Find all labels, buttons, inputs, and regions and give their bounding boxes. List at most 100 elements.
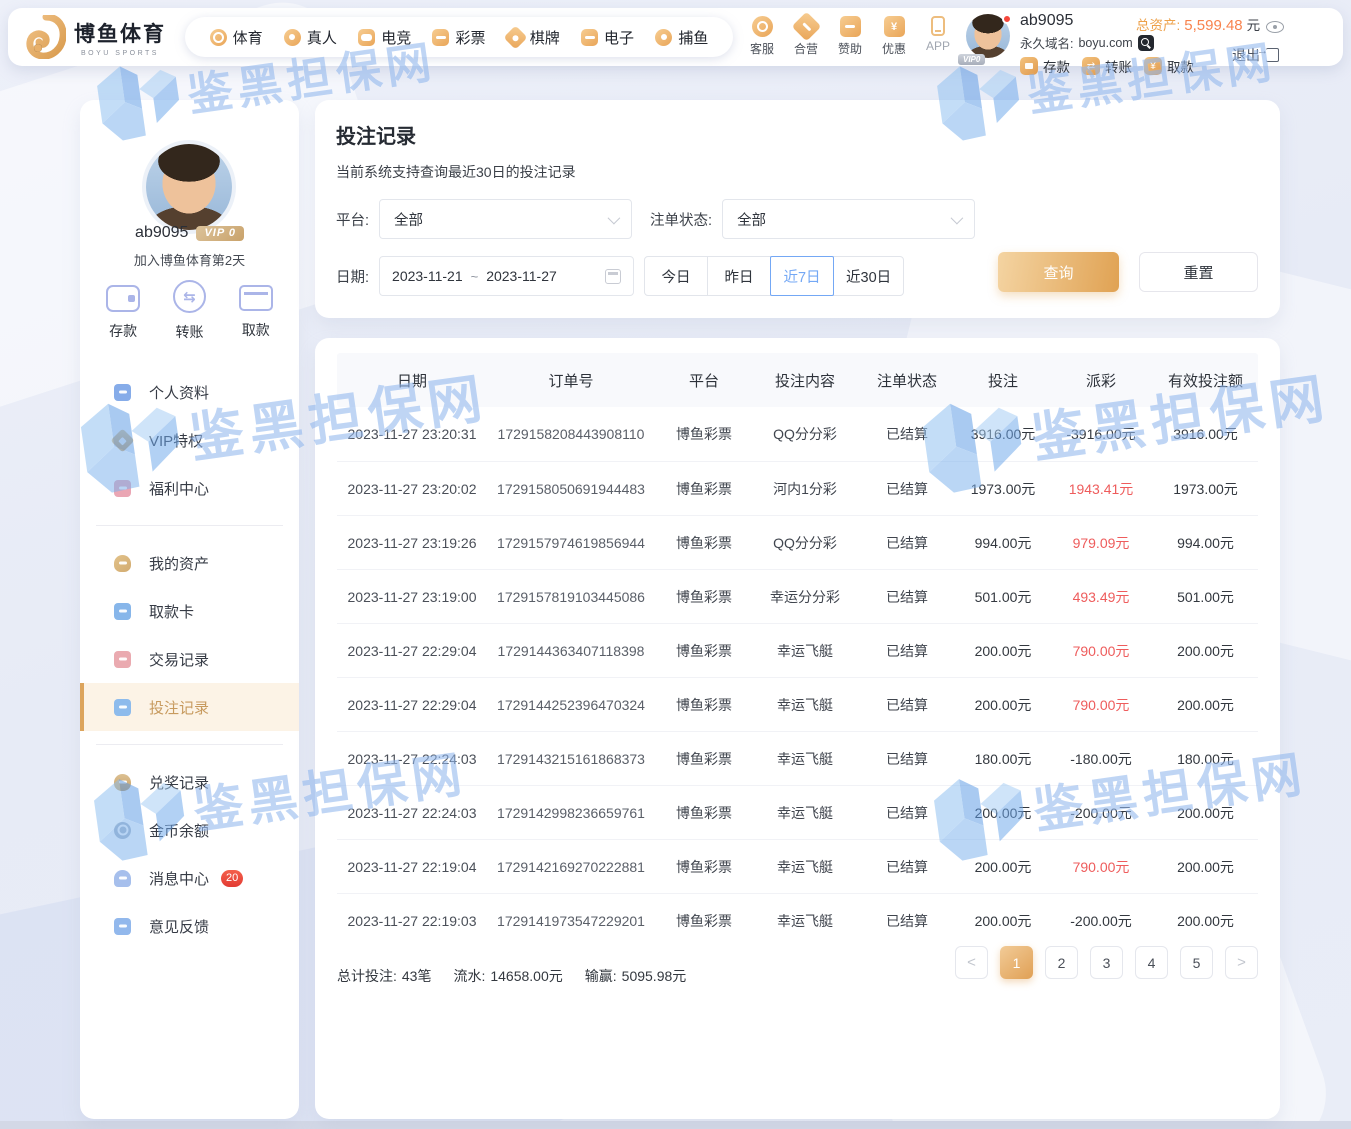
sidebar-quick-label: 存款 [109,321,137,341]
cell-platform: 博鱼彩票 [655,424,753,444]
cell-payout: -180.00元 [1049,749,1153,769]
sidebar-item-label: VIP特权 [149,430,203,451]
page-button-2[interactable]: 2 [1045,946,1078,979]
cell-payout: 790.00元 [1049,695,1153,715]
nav-item-lottery[interactable]: 彩票 [432,27,485,48]
quick-link-app[interactable]: APP [916,16,960,57]
table-row: 2023-11-27 22:19:031729141973547229201博鱼… [337,893,1258,947]
quick-link-promo[interactable]: 优惠 [872,16,916,57]
sidebar-item-profile[interactable]: 个人资料 [80,368,299,416]
column-header: 订单号 [487,370,655,391]
user-avatar[interactable]: VIP0 [966,14,1012,60]
logout-icon [1266,48,1279,62]
welfare-icon [114,480,131,497]
cell-bet: 180.00元 [957,749,1049,769]
platform-select[interactable]: 全部 [379,199,632,239]
chess-icon [503,25,527,49]
nav-item-sports[interactable]: 体育 [210,27,263,48]
header-action-transfer[interactable]: ⇄转账 [1082,56,1132,76]
page-button-5[interactable]: 5 [1180,946,1213,979]
sidebar-item-assets[interactable]: 我的资产 [80,539,299,587]
cell-status: 已结算 [857,424,957,444]
header-action-withdraw[interactable]: ¥取款 [1144,56,1194,76]
page-next-button[interactable]: > [1225,946,1258,979]
cell-content: 幸运飞艇 [753,803,857,823]
nav-item-fishing[interactable]: 捕鱼 [655,27,708,48]
sidebar-item-transactions[interactable]: 交易记录 [80,635,299,683]
sidebar-quick-bank-card[interactable]: 取款 [226,280,286,342]
sidebar-avatar [146,144,232,230]
sidebar-vip-badge: VIP 0 [196,226,244,241]
cell-valid: 200.00元 [1153,641,1258,661]
sidebar-item-label: 兑奖记录 [149,772,209,793]
range-button-yesterday[interactable]: 昨日 [707,256,771,296]
cell-bet: 200.00元 [957,803,1049,823]
sidebar-item-vip[interactable]: VIP特权 [80,416,299,464]
cell-status: 已结算 [857,911,957,931]
cell-valid: 994.00元 [1153,533,1258,553]
header-action-deposit[interactable]: 存款 [1020,56,1070,76]
profile-icon [114,384,131,401]
cell-platform: 博鱼彩票 [655,749,753,769]
feedback-icon [114,918,131,935]
domain-value: boyu.com [1078,36,1132,50]
sidebar-quick-wallet[interactable]: 存款 [93,280,153,342]
sidebar-item-feedback[interactable]: 意见反馈 [80,902,299,950]
cell-order: 1729144363407118398 [487,643,655,659]
total-assets-value: 5,599.48 [1184,17,1242,34]
search-icon[interactable] [1138,35,1154,51]
chevron-down-icon [951,211,964,224]
quick-range-group: 今日昨日近7日近30日 [644,256,904,296]
total-assets: 总资产: 5,599.48 元 [1136,14,1260,34]
nav-item-live-casino[interactable]: 真人 [284,27,337,48]
quick-link-customer-service[interactable]: 客服 [740,16,784,57]
cell-order: 1729142169270222881 [487,859,655,875]
page-button-3[interactable]: 3 [1090,946,1123,979]
column-header: 派彩 [1049,370,1153,391]
sidebar-item-welfare[interactable]: 福利中心 [80,464,299,512]
range-button-today[interactable]: 今日 [644,256,708,296]
filter-row-1: 平台: 全部 注单状态: 全部 [336,199,1259,239]
sidebar-item-bet-records[interactable]: 投注记录 [80,683,299,731]
brand-logo[interactable]: 博鱼体育 BOYU SPORTS [26,15,166,59]
logout-button[interactable]: 退出 [1232,45,1279,65]
range-button-last-30-days[interactable]: 近30日 [833,256,904,296]
status-label: 注单状态: [650,209,712,230]
nav-item-chess[interactable]: 棋牌 [507,27,560,48]
date-range-input[interactable]: 2023-11-21 ~ 2023-11-27 [379,256,634,296]
cell-bet: 1973.00元 [957,479,1049,499]
page-button-4[interactable]: 4 [1135,946,1168,979]
nav-item-esports[interactable]: 电竞 [358,27,411,48]
filter-row-2: 日期: 2023-11-21 ~ 2023-11-27 今日昨日近7日近30日 [336,256,1259,296]
withdraw-icon: ¥ [1144,57,1162,75]
domain-label: 永久域名: [1020,33,1073,52]
sidebar-quick-transfer-circle[interactable]: ⇆转账 [159,280,219,342]
page-prev-button[interactable]: < [955,946,988,979]
nav-item-slots[interactable]: 电子 [581,27,634,48]
summary-total-value: 43笔 [402,966,432,986]
sidebar-item-message[interactable]: 消息中心20 [80,854,299,902]
range-button-last-7-days[interactable]: 近7日 [770,256,834,296]
search-button[interactable]: 查询 [998,252,1119,292]
cell-bet: 200.00元 [957,695,1049,715]
eye-icon[interactable] [1266,21,1284,33]
nav-item-label: 彩票 [455,27,485,48]
quick-link-partner[interactable]: 合营 [784,16,828,57]
sidebar-item-label: 个人资料 [149,382,209,403]
vip-level-badge: VIP0 [958,54,985,65]
sidebar-item-redeem[interactable]: 兑奖记录 [80,758,299,806]
table-header-row: 日期订单号平台投注内容注单状态投注派彩有效投注额 [337,353,1258,407]
sidebar-item-coin-balance[interactable]: 金币余额 [80,806,299,854]
nav-item-label: 电子 [604,27,634,48]
sidebar-item-withdraw-card[interactable]: 取款卡 [80,587,299,635]
partner-icon [791,12,821,42]
quick-link-sponsor[interactable]: 赞助 [828,16,872,57]
logout-label: 退出 [1232,45,1260,65]
cell-status: 已结算 [857,749,957,769]
page-button-1[interactable]: 1 [1000,946,1033,979]
cell-content: 幸运分分彩 [753,587,857,607]
status-select[interactable]: 全部 [722,199,975,239]
sidebar-username: ab9095 [135,224,188,242]
summary-total-label: 总计投注: [337,966,397,986]
reset-button[interactable]: 重置 [1139,252,1258,292]
